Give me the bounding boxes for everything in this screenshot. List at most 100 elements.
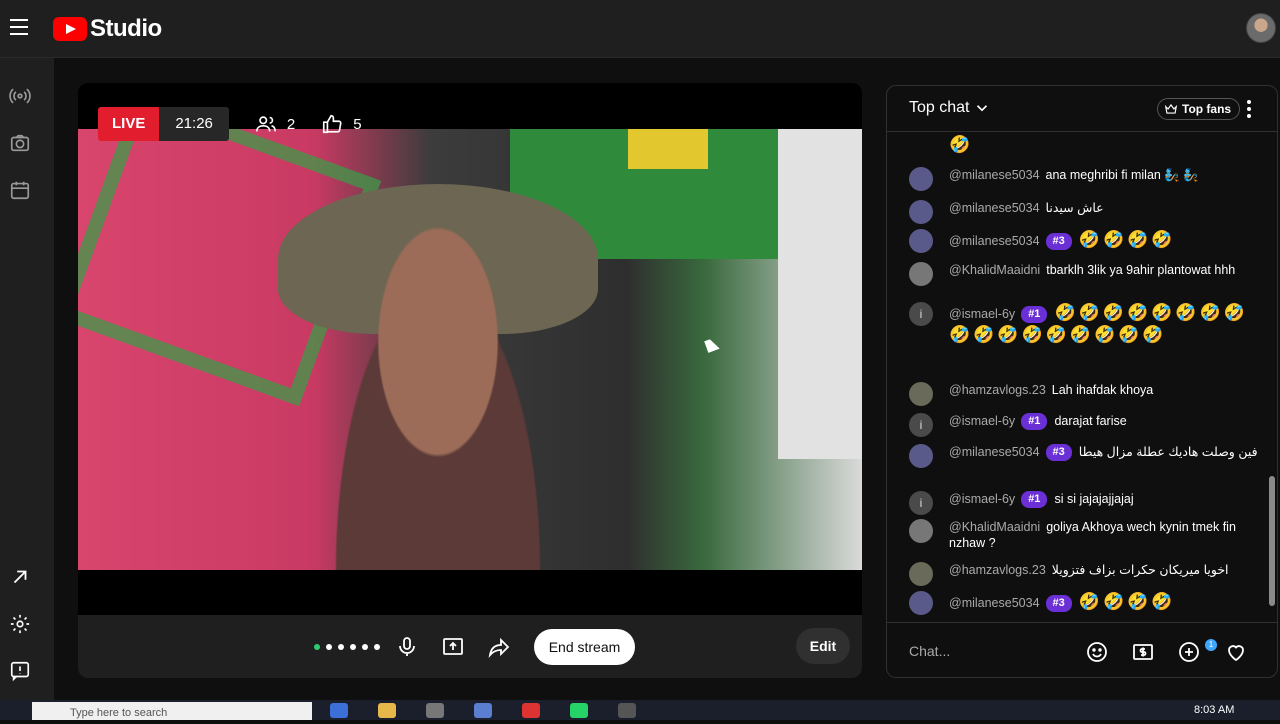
whatsapp-icon[interactable]: [570, 703, 588, 718]
avatar[interactable]: [909, 519, 933, 543]
folder-icon[interactable]: [378, 703, 396, 718]
message-author[interactable]: @milanese5034: [949, 234, 1040, 248]
live-status-row: LIVE 21:26 2 5: [98, 107, 362, 141]
avatar[interactable]: [909, 562, 933, 586]
message-text: tbarklh 3lik ya 9ahir plantowat hhh: [1046, 263, 1236, 277]
youtube-logo-icon: [53, 17, 87, 41]
stream-player: LIVE 21:26 2 5 End stream Edit: [78, 83, 862, 678]
message-author[interactable]: @milanese5034: [949, 168, 1040, 182]
message-author[interactable]: @KhalidMaaidni: [949, 263, 1040, 277]
share-screen-icon[interactable]: [441, 635, 465, 659]
add-icon[interactable]: [1177, 640, 1201, 664]
app-icon[interactable]: [522, 703, 540, 718]
clock-app-icon[interactable]: [618, 703, 636, 718]
message-text: Lah ihafdak khoya: [1051, 383, 1154, 397]
chat-message: i @ismael-6y #1 si si jajajajjajaj: [909, 491, 1259, 515]
likes-count: 5: [353, 115, 362, 133]
avatar[interactable]: i: [909, 413, 933, 437]
mouse-cursor-icon: [704, 337, 720, 353]
message-author[interactable]: @hamzavlogs.23: [949, 563, 1046, 577]
heart-icon[interactable]: [1224, 640, 1248, 664]
avatar[interactable]: [909, 200, 933, 224]
more-options-icon[interactable]: [1247, 100, 1251, 118]
external-link-icon[interactable]: [9, 566, 31, 588]
microphone-icon[interactable]: [395, 635, 419, 659]
avatar[interactable]: i: [909, 491, 933, 515]
top-fans-button[interactable]: Top fans: [1157, 98, 1241, 120]
chat-message: @milanese5034 عاش سيدنا: [909, 200, 1259, 224]
fan-rank-badge: #1: [1021, 413, 1048, 431]
message-author[interactable]: @milanese5034: [949, 201, 1040, 215]
avatar[interactable]: [909, 229, 933, 253]
fan-rank-badge: #1: [1021, 306, 1048, 324]
avatar[interactable]: [909, 167, 933, 191]
end-stream-button[interactable]: End stream: [534, 629, 635, 665]
message-author[interactable]: @milanese5034: [949, 445, 1040, 459]
camera-icon[interactable]: [9, 132, 31, 154]
player-controls: End stream Edit: [78, 615, 862, 678]
chat-message: @KhalidMaaidni goliya Akhoya wech kynin t…: [909, 519, 1259, 551]
share-icon[interactable]: [487, 635, 511, 659]
chat-input-bar: 1: [887, 622, 1277, 677]
person-shape: [308, 209, 568, 570]
viewers-stat: 2: [255, 113, 295, 135]
fan-rank-badge: #1: [1021, 491, 1048, 509]
notification-badge: 1: [1205, 639, 1217, 651]
avatar[interactable]: i: [909, 302, 933, 326]
video-preview[interactable]: [78, 129, 862, 570]
fan-rank-badge: #3: [1045, 444, 1072, 462]
message-author[interactable]: @ismael-6y: [949, 307, 1015, 321]
chat-mode-dropdown[interactable]: Top chat: [909, 99, 991, 117]
message-text: 🤣🤣🤣🤣: [1078, 592, 1176, 611]
studio-logo[interactable]: Studio: [53, 15, 162, 42]
message-text: darajat farise: [1054, 414, 1127, 428]
chat-messages: 🤣 @milanese5034 ana meghribi fi milan 🧞 🧞…: [887, 132, 1267, 622]
message-text: 🤣🤣🤣🤣: [1078, 230, 1176, 249]
chat-header: Top chat Top fans: [887, 86, 1277, 132]
broadcast-icon[interactable]: [9, 85, 31, 107]
taskbar-clock[interactable]: 8:03 AM: [1194, 704, 1234, 716]
message-author[interactable]: @milanese5034: [949, 596, 1040, 610]
avatar[interactable]: [909, 591, 933, 615]
menu-icon[interactable]: [10, 19, 28, 37]
app-icon[interactable]: [330, 703, 348, 718]
message-author[interactable]: @KhalidMaaidni: [949, 520, 1040, 534]
chat-title: Top chat: [909, 99, 970, 116]
avatar[interactable]: [909, 382, 933, 406]
crown-icon: [1164, 103, 1178, 114]
chat-input[interactable]: [909, 635, 1089, 667]
message-author[interactable]: @hamzavlogs.23: [949, 383, 1046, 397]
likes-stat: 5: [321, 113, 362, 135]
super-chat-icon[interactable]: [1131, 640, 1155, 664]
chat-message: @milanese5034 #3 فين وصلت هاديك عطلة مزال …: [909, 444, 1259, 468]
fan-rank-badge: #3: [1045, 595, 1072, 613]
camera-app-icon[interactable]: [426, 703, 444, 718]
taskbar-search[interactable]: Type here to search: [32, 702, 312, 720]
emoji-icon[interactable]: [1085, 640, 1109, 664]
avatar[interactable]: [909, 444, 933, 468]
chat-panel: Top chat Top fans 🤣 @milanese5034 ana meg…: [886, 85, 1278, 678]
viewers-icon: [255, 116, 276, 132]
message-text: si si jajajajjajaj: [1054, 492, 1134, 506]
calendar-icon[interactable]: [9, 179, 31, 201]
edit-button[interactable]: Edit: [796, 628, 850, 664]
left-nav: [0, 58, 54, 700]
message-author[interactable]: @ismael-6y: [949, 492, 1015, 506]
thumbs-up-icon: [323, 114, 342, 134]
app-icon[interactable]: [474, 703, 492, 718]
chat-message: @milanese5034 #3 🤣🤣🤣🤣: [909, 229, 1259, 253]
chat-message: @KhalidMaaidni tbarklh 3lik ya 9ahir plan…: [909, 262, 1259, 286]
account-avatar[interactable]: [1246, 13, 1276, 43]
message-text: عاش سيدنا: [1045, 201, 1104, 215]
avatar[interactable]: [909, 262, 933, 286]
brand-name: Studio: [90, 15, 162, 42]
chat-message: @milanese5034 #3 🤣🤣🤣🤣: [909, 591, 1259, 615]
message-author[interactable]: @ismael-6y: [949, 414, 1015, 428]
chat-scrollbar-thumb[interactable]: [1269, 476, 1275, 606]
live-badge: LIVE: [98, 107, 160, 141]
viewers-count: 2: [286, 115, 296, 133]
feedback-icon[interactable]: [9, 660, 31, 682]
chat-message: @hamzavlogs.23 اخويا ميريكان حكرات بزاف ف…: [909, 562, 1259, 586]
settings-icon[interactable]: [9, 613, 31, 635]
elapsed-time: 21:26: [159, 107, 229, 141]
